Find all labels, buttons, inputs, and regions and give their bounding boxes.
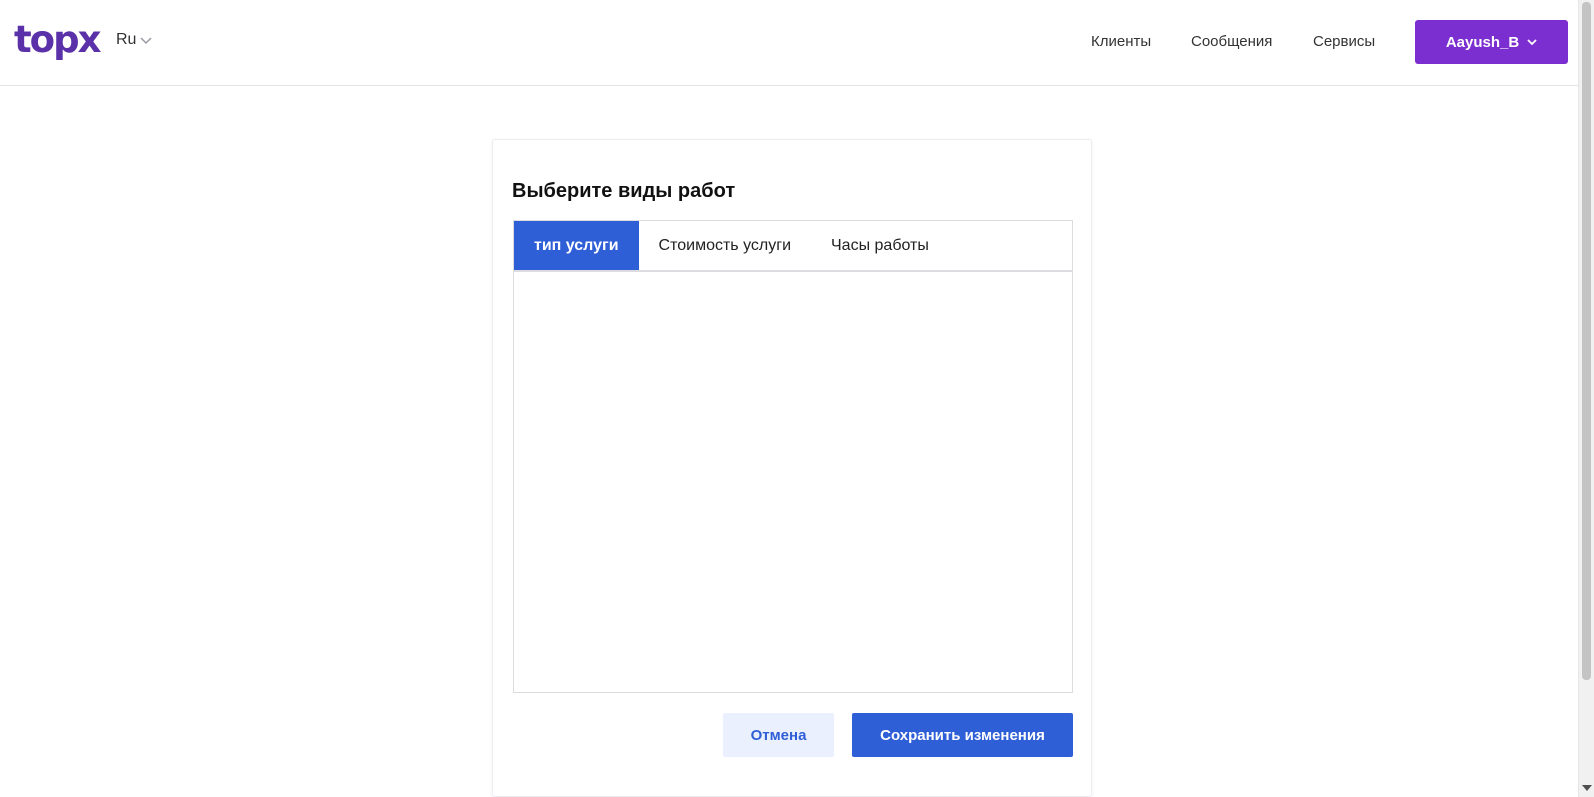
user-name: Aayush_B bbox=[1445, 33, 1520, 51]
user-menu-button[interactable]: Aayush_B bbox=[1415, 20, 1568, 64]
language-label: Ru bbox=[116, 31, 137, 48]
vertical-scrollbar[interactable] bbox=[1578, 0, 1594, 797]
topx-logo[interactable]: topx bbox=[14, 18, 101, 62]
work-types-card: Выберите виды работ тип услуги Стоимость… bbox=[492, 139, 1092, 797]
top-header: topx Ru Клиенты Сообщения Сервисы Aayush… bbox=[0, 0, 1578, 86]
chevron-down-icon bbox=[140, 37, 152, 45]
scroll-down-arrow-icon[interactable] bbox=[1582, 785, 1592, 791]
language-selector[interactable]: Ru bbox=[116, 31, 152, 49]
tab-content-panel bbox=[513, 272, 1073, 693]
nav-services[interactable]: Сервисы bbox=[1313, 33, 1375, 50]
chevron-down-icon bbox=[1527, 38, 1537, 45]
card-title: Выберите виды работ bbox=[512, 180, 736, 202]
tab-bar: тип услуги Стоимость услуги Часы работы bbox=[513, 220, 1073, 272]
save-changes-button[interactable]: Сохранить изменения bbox=[852, 713, 1073, 757]
nav-messages[interactable]: Сообщения bbox=[1191, 33, 1272, 50]
cancel-button[interactable]: Отмена bbox=[723, 713, 834, 757]
tab-working-hours[interactable]: Часы работы bbox=[811, 221, 949, 270]
nav-clients[interactable]: Клиенты bbox=[1091, 33, 1151, 50]
page: topx Ru Клиенты Сообщения Сервисы Aayush… bbox=[0, 0, 1594, 797]
tab-service-type[interactable]: тип услуги bbox=[514, 221, 639, 270]
scrollbar-thumb[interactable] bbox=[1582, 2, 1591, 680]
tab-service-cost[interactable]: Стоимость услуги bbox=[639, 221, 811, 270]
